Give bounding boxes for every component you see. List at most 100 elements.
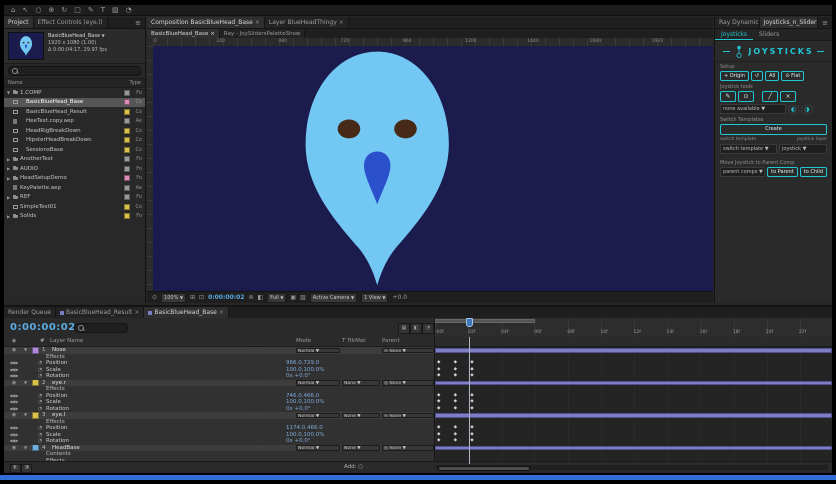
label-color-chip[interactable] [124,99,130,106]
parent-link-dropdown[interactable]: ◎ None ▼ [382,380,434,386]
close-icon[interactable]: × [134,309,139,316]
selection-tool-icon[interactable]: ↖ [22,6,28,15]
chevron-down-icon[interactable]: ▼ [102,33,105,38]
trkmat-dropdown[interactable]: None ▼ [342,412,380,418]
column-type[interactable]: Type [130,80,141,86]
line-tool-icon[interactable]: ╱ [762,91,778,102]
toggle-right-icon[interactable]: ◑ [801,104,813,114]
close-icon[interactable]: × [210,31,215,37]
project-item[interactable]: SessionsBase Co [4,145,145,155]
tab-effect-controls[interactable]: Effect Controls (eye.l) [33,17,108,28]
project-item[interactable]: ▶ Solids Fo [4,212,145,222]
view-layout-dropdown[interactable]: 1 View ▼ [361,292,389,303]
viewer-timecode[interactable]: 0:00:00:02 [208,294,244,301]
tab-joysticks-n-sliders[interactable]: Joysticks_n_Sliders_v1.0b7 [759,17,819,28]
add-point-icon[interactable]: ⊙ [738,91,754,102]
comp-thumbnail[interactable] [8,32,44,60]
work-area-bar[interactable] [435,319,535,323]
mask-visibility-icon[interactable]: ⊡ [199,293,204,303]
column-layer-name[interactable]: Layer Name [50,337,250,346]
trkmat-dropdown[interactable] [342,348,380,354]
label-color-chip[interactable] [124,108,130,115]
magnify-icon[interactable]: ⊙ [152,293,157,303]
comp-canvas[interactable] [153,46,713,291]
tab-comp-result[interactable]: BasicBlueHead_Result × [55,307,145,318]
project-item[interactable]: HipsterHeadBreakDown Co [4,136,145,146]
orbit-tool-icon[interactable]: ⊕ [48,6,54,15]
to-child-button[interactable]: to Child [799,167,827,177]
column-name[interactable]: Name [8,80,130,86]
layer-duration-bar[interactable] [435,445,832,450]
current-timecode[interactable]: 0:00:00:02 [10,322,76,333]
blend-mode-dropdown[interactable]: Normal ▼ [296,380,340,386]
tab-ray-dynamic-color[interactable]: Ray Dynamic Color [715,17,760,28]
label-color-chip[interactable] [124,194,130,201]
project-item[interactable]: HeeTest.copy.aep Ae [4,117,145,127]
label-color-chip[interactable] [124,156,130,163]
layer-duration-bar[interactable] [435,380,832,385]
zoom-tool-icon[interactable]: ○ [35,6,41,15]
brush-tool-icon[interactable]: ▨ [112,6,119,15]
label-color-chip[interactable] [124,127,130,134]
parent-link-dropdown[interactable]: ◎ None ▼ [382,445,434,451]
tab-layer[interactable]: Layer BlueHeadThingy × [264,17,349,28]
camera-dropdown[interactable]: Active Camera ▼ [309,292,358,303]
tab-joysticks[interactable]: Joysticks [715,29,754,40]
label-color-chip[interactable] [124,118,130,125]
project-search-input[interactable] [8,66,141,76]
home-icon[interactable]: ⌂ [11,6,15,15]
timeline-search-input[interactable] [74,323,128,333]
blend-mode-dropdown[interactable]: Normal ▼ [296,445,340,451]
panel-menu-icon[interactable]: ≡ [818,17,832,28]
panel-menu-icon[interactable]: ≡ [131,17,145,28]
region-of-interest-icon[interactable]: ▣ [290,293,296,303]
playhead-handle[interactable] [466,318,473,327]
close-icon[interactable]: × [219,309,224,316]
to-parent-button[interactable]: to Parent [767,167,798,177]
grid-guides-icon[interactable]: ⊞ [190,293,195,303]
label-color-chip[interactable] [124,146,130,153]
delete-tool-icon[interactable]: × [780,91,796,102]
exposure-value[interactable]: +0.0 [392,293,407,303]
parent-link-dropdown[interactable]: ◎ None ▼ [382,347,434,353]
switch-template-dropdown[interactable]: switch template ▼ [720,144,777,154]
shape-tool-icon[interactable]: □ [74,6,81,15]
label-color-chip[interactable] [124,175,130,182]
close-icon[interactable]: × [255,19,260,26]
reset-button[interactable]: ↺ [750,71,764,81]
type-tool-icon[interactable]: T [101,6,105,15]
label-color-chip[interactable] [124,137,130,144]
timeline-ruler[interactable]: :00f 02f 04f 06f 08f 10f 12f 14f 16f 18f 20f 22f [434,318,832,337]
project-item[interactable]: ▶ REF Fo [4,193,145,203]
project-item[interactable]: HeadRigBreakDown Co [4,126,145,136]
layer-duration-bar[interactable] [435,348,832,353]
project-item[interactable]: KeyPalette.aep Ae [4,183,145,193]
tab-composition[interactable]: Composition BasicBlueHead_Base × [147,17,265,28]
origin-button[interactable]: + Origin [720,71,749,81]
pen-tool-icon[interactable]: ✎ [88,6,94,15]
playhead-line[interactable] [469,337,470,464]
rotation-tool-icon[interactable]: ↻ [61,6,67,15]
project-item[interactable]: BasicBlueHead_Result Co [4,107,145,117]
pen-tool-icon[interactable]: ✎ [720,91,736,102]
column-trkmat[interactable]: T TrkMat [342,337,382,346]
motion-blur-icon[interactable]: ◔ [422,323,434,334]
channels-icon[interactable]: ◧ [258,293,264,303]
label-color-chip[interactable] [124,184,130,191]
expand-modes-icon[interactable]: ◨ [21,464,32,473]
joystick-layer-dropdown[interactable]: joystick ▼ [779,144,827,154]
project-item[interactable]: ▼ 1.COMP Fo [4,88,145,98]
project-item[interactable]: SimpleTest01 Co [4,202,145,212]
joystick-select-dropdown[interactable]: none available ▼ [720,104,786,114]
resolution-dropdown[interactable]: Full ▼ [267,292,287,303]
create-button[interactable]: Create [720,124,827,135]
blend-mode-dropdown[interactable]: Normal ▼ [296,347,340,353]
label-color-chip[interactable] [124,213,130,220]
flat-button[interactable]: ⊙ Flat [781,71,805,81]
tab-comp-base[interactable]: BasicBlueHead_Base × [144,307,229,318]
column-index[interactable]: # [40,337,50,346]
layer-duration-bar[interactable] [435,413,832,418]
expand-transform-icon[interactable]: ◧ [10,464,21,473]
composition-flowchart-icon[interactable]: ▦ [398,323,410,334]
project-item[interactable]: ▶ AnotherTest Fo [4,155,145,165]
